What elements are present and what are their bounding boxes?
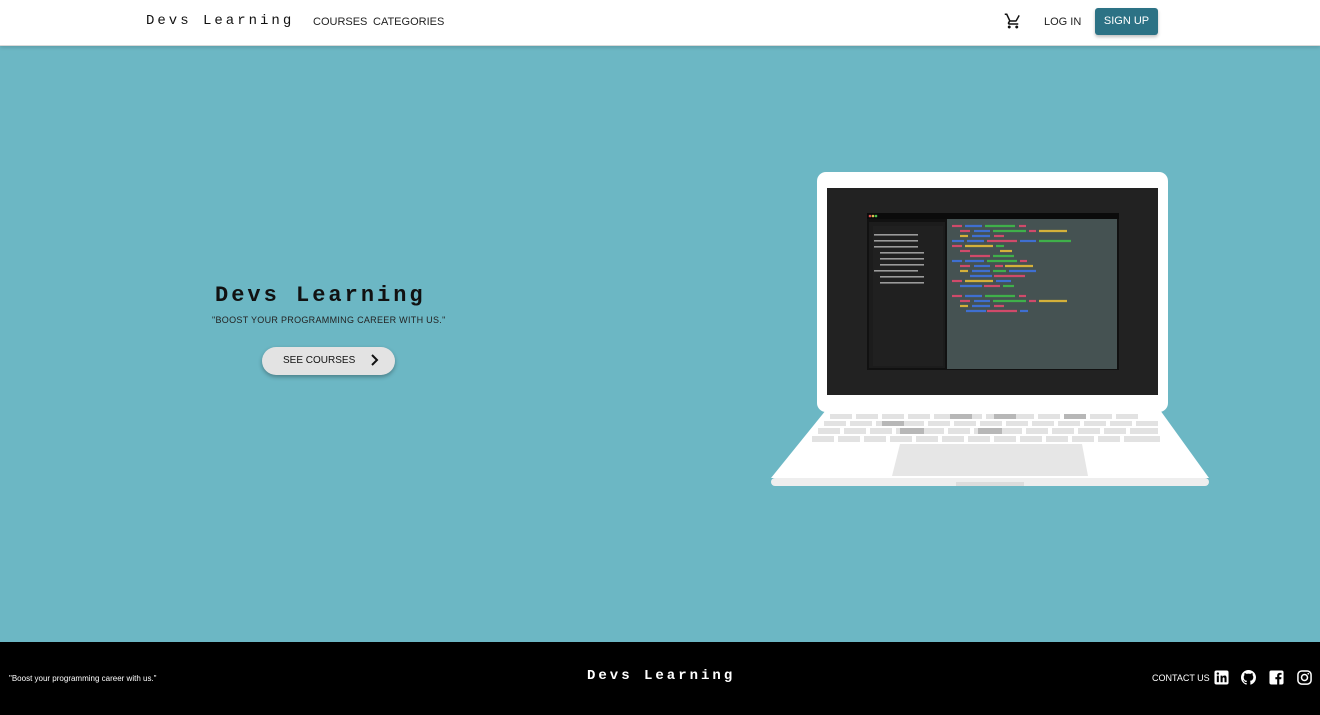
see-courses-button[interactable]: SEE COURSES	[262, 347, 395, 375]
chevron-right-icon	[371, 354, 379, 366]
laptop-illustration	[771, 172, 1209, 486]
page-footer: "Boost your programming career with us."…	[0, 642, 1320, 715]
footer-tagline: "Boost your programming career with us."	[9, 674, 157, 683]
footer-brand: Devs Learning	[587, 668, 736, 684]
linkedin-icon[interactable]	[1214, 670, 1229, 685]
facebook-icon[interactable]	[1269, 670, 1284, 685]
contact-us-link[interactable]: CONTACT US	[1152, 673, 1210, 683]
cart-icon[interactable]	[1004, 12, 1022, 30]
hero-subtitle: "BOOST YOUR PROGRAMMING CAREER WITH US."	[212, 315, 446, 325]
github-icon[interactable]	[1241, 670, 1256, 685]
brand-logo[interactable]: Devs Learning	[146, 13, 294, 29]
login-link[interactable]: LOG IN	[1044, 16, 1081, 28]
hero-title: Devs Learning	[215, 283, 426, 308]
nav-link-courses[interactable]: COURSES	[313, 16, 367, 28]
signup-button[interactable]: SIGN UP	[1095, 8, 1158, 35]
see-courses-label: SEE COURSES	[283, 355, 356, 366]
top-navbar: Devs Learning COURSES CATEGORIES LOG IN …	[0, 0, 1320, 46]
instagram-icon[interactable]	[1297, 670, 1312, 685]
nav-link-categories[interactable]: CATEGORIES	[373, 16, 444, 28]
